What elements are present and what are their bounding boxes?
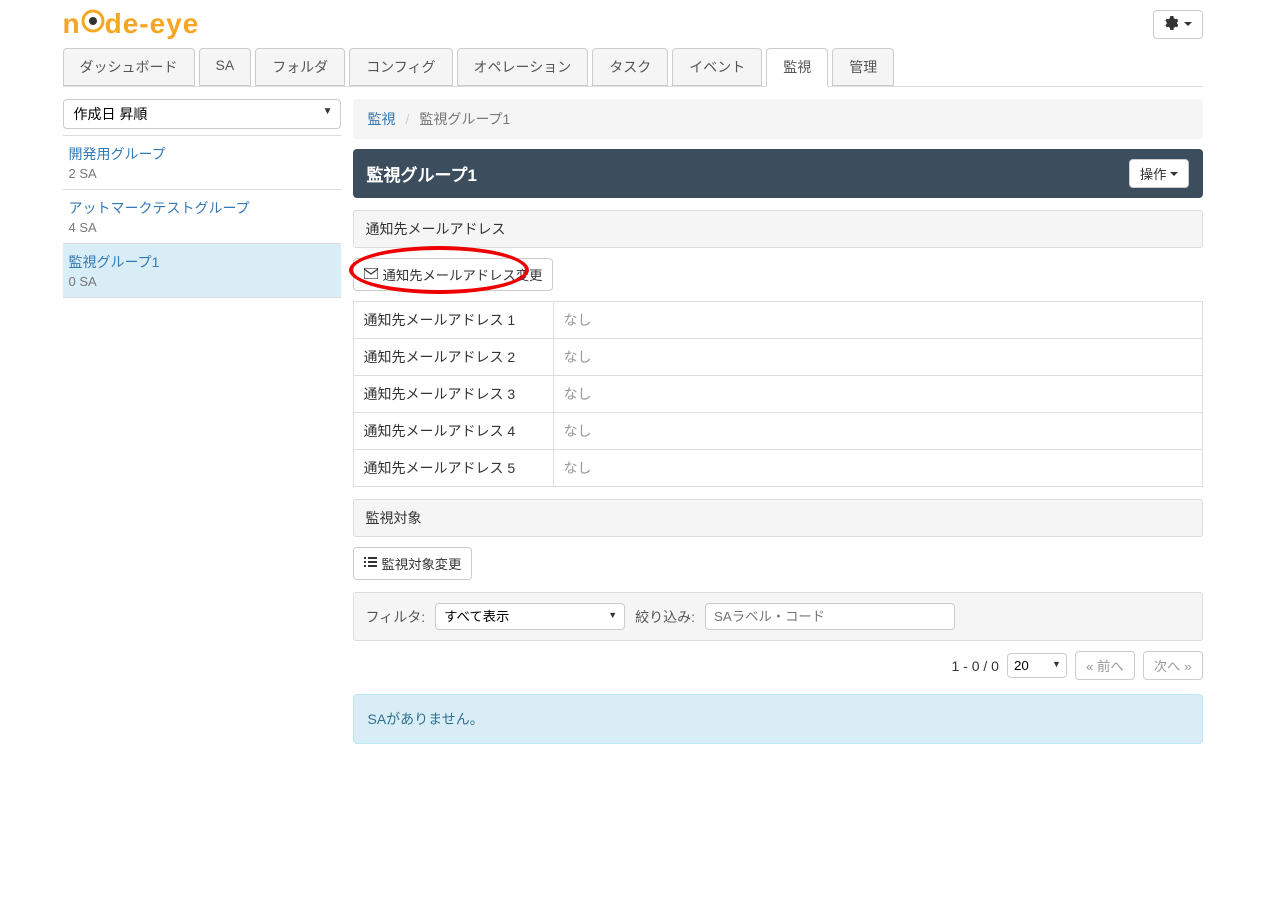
change-mail-label: 通知先メールアドレス変更 — [383, 265, 543, 284]
mail-label: 通知先メールアドレス 1 — [353, 302, 553, 339]
logo: n de-eye — [63, 8, 200, 40]
tab-monitor[interactable]: 監視 — [766, 48, 828, 87]
breadcrumb: 監視 / 監視グループ1 — [353, 99, 1203, 139]
mail-label: 通知先メールアドレス 4 — [353, 413, 553, 450]
prev-button[interactable]: « 前へ — [1075, 651, 1135, 680]
tab-task[interactable]: タスク — [592, 48, 668, 86]
caret-down-icon — [1184, 22, 1192, 26]
sort-select[interactable]: 作成日 昇順 — [63, 99, 341, 129]
mail-row: 通知先メールアドレス 3なし — [353, 376, 1202, 413]
filter-select[interactable]: すべて表示 — [435, 603, 625, 630]
mail-label: 通知先メールアドレス 5 — [353, 450, 553, 487]
pagination: 1 - 0 / 0 20 « 前へ 次へ » — [353, 651, 1203, 680]
sidebar-group-monitor1[interactable]: 監視グループ1 0 SA — [63, 244, 341, 298]
breadcrumb-current: 監視グループ1 — [419, 109, 510, 129]
logo-text-2: de-eye — [105, 8, 200, 40]
mail-row: 通知先メールアドレス 2なし — [353, 339, 1202, 376]
change-mail-button[interactable]: 通知先メールアドレス変更 — [353, 258, 554, 291]
tab-config[interactable]: コンフィグ — [349, 48, 452, 86]
next-button[interactable]: 次へ » — [1143, 651, 1203, 680]
group-sub: 0 SA — [69, 274, 335, 289]
group-name: 開発用グループ — [69, 144, 335, 164]
sidebar-group-atmark[interactable]: アットマークテストグループ 4 SA — [63, 190, 341, 244]
tab-admin[interactable]: 管理 — [832, 48, 894, 86]
tab-operation[interactable]: オペレーション — [457, 48, 589, 86]
filter-label: フィルタ: — [366, 607, 426, 627]
nav-tabs: ダッシュボード SA フォルダ コンフィグ オペレーション タスク イベント 監… — [63, 48, 1203, 86]
title-bar: 監視グループ1 操作 — [353, 149, 1203, 198]
settings-button[interactable] — [1153, 10, 1203, 39]
mail-table: 通知先メールアドレス 1なし 通知先メールアドレス 2なし 通知先メールアドレス… — [353, 301, 1203, 487]
alert-no-sa: SAがありません。 — [353, 694, 1203, 744]
tab-dashboard[interactable]: ダッシュボード — [63, 48, 195, 86]
group-list: 開発用グループ 2 SA アットマークテストグループ 4 SA 監視グループ1 … — [63, 135, 341, 298]
target-panel-header: 監視対象 — [353, 499, 1203, 537]
filter-bar: フィルタ: すべて表示 絞り込み: — [353, 592, 1203, 641]
tab-sa[interactable]: SA — [199, 48, 252, 86]
gear-icon — [1164, 16, 1178, 33]
logo-eye-icon — [81, 9, 105, 33]
page-size-select[interactable]: 20 — [1007, 653, 1067, 678]
mail-value: なし — [553, 339, 1202, 376]
group-sub: 4 SA — [69, 220, 335, 235]
mail-label: 通知先メールアドレス 3 — [353, 376, 553, 413]
mail-row: 通知先メールアドレス 1なし — [353, 302, 1202, 339]
mail-value: なし — [553, 450, 1202, 487]
group-sub: 2 SA — [69, 166, 335, 181]
list-icon — [364, 556, 377, 571]
breadcrumb-sep: / — [406, 111, 410, 127]
mail-row: 通知先メールアドレス 4なし — [353, 413, 1202, 450]
caret-down-icon — [1170, 172, 1178, 176]
group-name: 監視グループ1 — [69, 252, 335, 272]
page-info: 1 - 0 / 0 — [951, 658, 998, 674]
mail-value: なし — [553, 413, 1202, 450]
mail-label: 通知先メールアドレス 2 — [353, 339, 553, 376]
mail-row: 通知先メールアドレス 5なし — [353, 450, 1202, 487]
breadcrumb-root[interactable]: 監視 — [368, 109, 396, 129]
action-button[interactable]: 操作 — [1129, 159, 1189, 188]
envelope-icon — [364, 267, 378, 282]
mail-panel-header: 通知先メールアドレス — [353, 210, 1203, 248]
tab-event[interactable]: イベント — [672, 48, 762, 86]
sidebar-group-dev[interactable]: 開発用グループ 2 SA — [63, 136, 341, 190]
action-label: 操作 — [1140, 164, 1167, 183]
page-title: 監視グループ1 — [367, 161, 477, 186]
mail-value: なし — [553, 376, 1202, 413]
tab-folder[interactable]: フォルダ — [255, 48, 345, 86]
group-name: アットマークテストグループ — [69, 198, 335, 218]
narrow-label: 絞り込み: — [635, 607, 695, 627]
change-target-label: 監視対象変更 — [382, 554, 462, 573]
mail-value: なし — [553, 302, 1202, 339]
logo-text-1: n — [63, 8, 81, 40]
filter-input[interactable] — [705, 603, 955, 630]
change-target-button[interactable]: 監視対象変更 — [353, 547, 473, 580]
